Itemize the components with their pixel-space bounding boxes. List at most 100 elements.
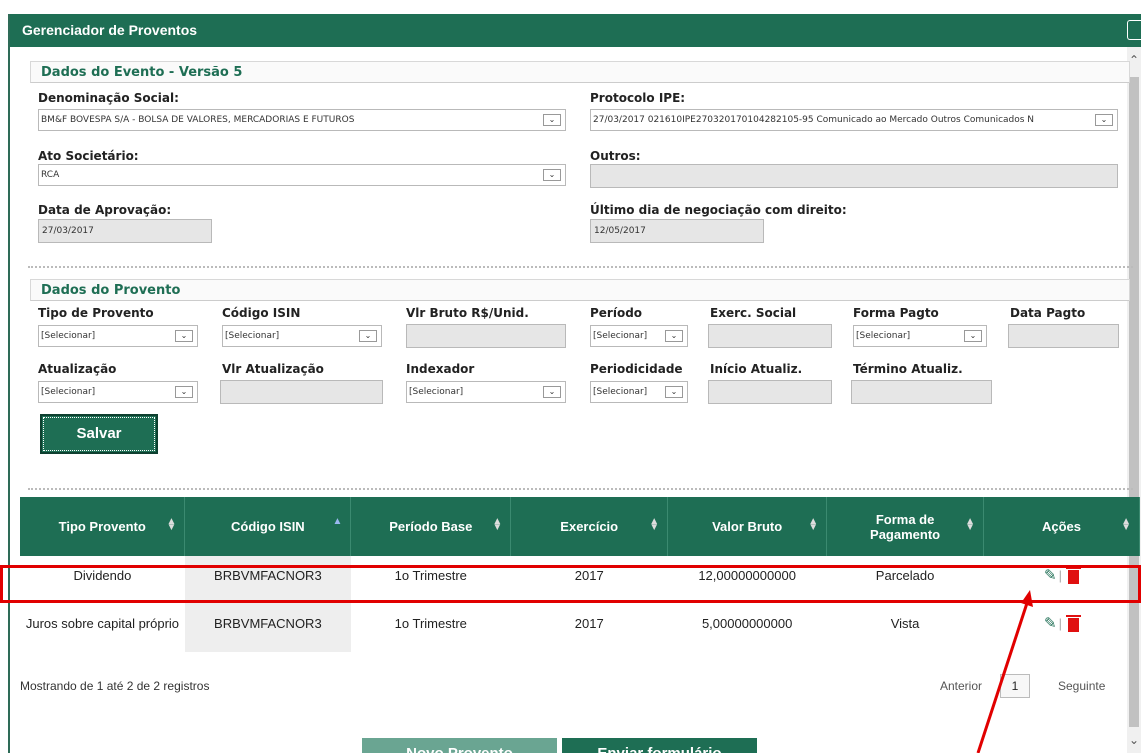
sort-icon: ▲ ▼	[492, 516, 503, 533]
col-exercicio-label: Exercício	[560, 519, 619, 534]
table-info: Mostrando de 1 até 2 de 2 registros	[20, 679, 210, 693]
col-acoes-label: Ações	[1042, 519, 1082, 534]
cell-valor-bruto: 5,00000000000	[701, 615, 793, 631]
col-codigo-isin-label: Código ISIN	[231, 519, 305, 534]
cell-codigo-isin: BRBVMFACNOR3	[184, 556, 351, 594]
termino-atualiz-field[interactable]	[851, 380, 992, 404]
cell-acoes: ✎ |	[984, 556, 1140, 594]
table-row: Dividendo BRBVMFACNOR3 1o Trimestre 2017…	[20, 556, 1140, 594]
ultimo-dia-label: Último dia de negociação com direito:	[590, 203, 847, 217]
sort-asc-icon: ▲	[332, 516, 343, 527]
forma-pagto-label: Forma Pagto	[853, 306, 939, 320]
cell-exercicio: 2017	[574, 567, 604, 583]
chevron-down-icon: ⌄	[359, 330, 377, 342]
chevron-down-icon: ⌄	[543, 169, 561, 181]
cell-acoes: ✎ |	[984, 594, 1140, 652]
scroll-up-icon[interactable]: ⌃	[1129, 53, 1139, 67]
col-acoes[interactable]: Ações ▲ ▼	[983, 497, 1140, 556]
periodicidade-select[interactable]: [Selecionar] ⌄	[590, 381, 688, 403]
edit-pencil-icon[interactable]: ✎	[1044, 614, 1057, 632]
pager-page-1[interactable]: 1	[1000, 674, 1030, 698]
pager-prev[interactable]: Anterior	[940, 679, 982, 693]
enviar-formulario-button[interactable]: Enviar formulário	[562, 738, 757, 753]
col-tipo-provento-label: Tipo Provento	[58, 519, 146, 534]
atualizacao-label: Atualização	[38, 362, 117, 376]
col-codigo-isin[interactable]: Código ISIN ▲	[184, 497, 352, 556]
edit-pencil-icon[interactable]: ✎	[1044, 566, 1057, 584]
cell-tipo-provento: Dividendo	[73, 567, 132, 583]
col-exercicio[interactable]: Exercício ▲ ▼	[510, 497, 669, 556]
vlr-atualizacao-label: Vlr Atualização	[222, 362, 324, 376]
codigo-isin-value: [Selecionar]	[225, 331, 280, 341]
atualizacao-value: [Selecionar]	[41, 387, 96, 397]
termino-atualiz-label: Término Atualiz.	[853, 362, 963, 376]
data-aprovacao-field[interactable]: 27/03/2017	[38, 219, 212, 243]
table-row: Juros sobre capital próprio BRBVMFACNOR3…	[20, 594, 1140, 652]
denominacao-label: Denominação Social:	[38, 91, 179, 105]
indexador-select[interactable]: [Selecionar] ⌄	[406, 381, 566, 403]
indexador-label: Indexador	[406, 362, 475, 376]
inicio-atualiz-field[interactable]	[708, 380, 832, 404]
novo-provento-button[interactable]: Novo Provento	[362, 738, 557, 753]
exerc-social-field[interactable]	[708, 324, 832, 348]
cell-exercicio: 2017	[574, 615, 604, 631]
periodicidade-value: [Selecionar]	[593, 387, 648, 397]
col-forma-pagamento[interactable]: Forma de Pagamento ▲ ▼	[826, 497, 985, 556]
section-dados-evento: Dados do Evento - Versão 5	[30, 61, 1130, 83]
col-valor-bruto[interactable]: Valor Bruto ▲ ▼	[667, 497, 828, 556]
separator: |	[1058, 616, 1062, 631]
chevron-down-icon: ⌄	[665, 330, 683, 342]
pager-next[interactable]: Seguinte	[1058, 679, 1105, 693]
col-periodo-base[interactable]: Período Base ▲ ▼	[350, 497, 512, 556]
vlr-atualizacao-field[interactable]	[220, 380, 383, 404]
periodo-label: Período	[590, 306, 643, 320]
sort-icon: ▲ ▼	[649, 516, 660, 533]
col-forma-pagamento-label: Forma de Pagamento	[870, 511, 941, 542]
denominacao-select[interactable]: BM&F BOVESPA S/A - BOLSA DE VALORES, MER…	[38, 109, 566, 131]
sort-icon: ▲ ▼	[965, 516, 976, 533]
sort-icon: ▲ ▼	[1121, 516, 1131, 533]
delete-trash-icon[interactable]	[1066, 566, 1081, 584]
outros-label: Outros:	[590, 149, 641, 163]
col-tipo-provento[interactable]: Tipo Provento ▲ ▼	[20, 497, 186, 556]
atualizacao-select[interactable]: [Selecionar] ⌄	[38, 381, 198, 403]
proventos-window: Gerenciador de Proventos ⌃ ⌄ Dados do Ev…	[8, 14, 1141, 753]
protocolo-select[interactable]: 27/03/2017 021610IPE270320170104282105-9…	[590, 109, 1118, 131]
cell-periodo-base: 1o Trimestre	[394, 615, 467, 631]
ultimo-dia-field[interactable]: 12/05/2017	[590, 219, 764, 243]
scroll-down-icon[interactable]: ⌄	[1129, 733, 1139, 747]
periodo-select[interactable]: [Selecionar] ⌄	[590, 325, 688, 347]
cell-periodo-base: 1o Trimestre	[394, 567, 467, 583]
denominacao-value: BM&F BOVESPA S/A - BOLSA DE VALORES, MER…	[41, 115, 355, 125]
table-header-row: Tipo Provento ▲ ▼ Código ISIN ▲ Período Bas…	[20, 497, 1140, 556]
col-periodo-base-label: Período Base	[389, 519, 473, 534]
periodo-value: [Selecionar]	[593, 331, 648, 341]
separator: |	[1058, 568, 1062, 583]
chevron-down-icon: ⌄	[543, 386, 561, 398]
forma-pagto-value: [Selecionar]	[856, 331, 911, 341]
window-close-icon[interactable]	[1127, 20, 1141, 40]
vlr-bruto-field[interactable]	[406, 324, 566, 348]
chevron-down-icon: ⌄	[964, 330, 982, 342]
sort-icon: ▲ ▼	[808, 516, 819, 533]
chevron-down-icon: ⌄	[175, 386, 193, 398]
exerc-social-label: Exerc. Social	[710, 306, 797, 320]
forma-pagto-select[interactable]: [Selecionar] ⌄	[853, 325, 987, 347]
col-valor-bruto-label: Valor Bruto	[712, 519, 783, 534]
protocolo-value: 27/03/2017 021610IPE270320170104282105-9…	[593, 115, 1035, 125]
cell-valor-bruto: 12,00000000000	[698, 567, 796, 583]
data-pagto-field[interactable]	[1008, 324, 1119, 348]
delete-trash-icon[interactable]	[1066, 614, 1081, 632]
ato-value: RCA	[41, 170, 60, 180]
tipo-provento-select[interactable]: [Selecionar] ⌄	[38, 325, 198, 347]
codigo-isin-select[interactable]: [Selecionar] ⌄	[222, 325, 382, 347]
salvar-button[interactable]: Salvar	[40, 414, 158, 454]
ato-select[interactable]: RCA ⌄	[38, 164, 566, 186]
cell-forma-pagamento: Vista	[890, 615, 920, 631]
chevron-down-icon: ⌄	[1095, 114, 1113, 126]
sort-icon: ▲ ▼	[166, 516, 177, 533]
outros-field[interactable]	[590, 164, 1118, 188]
cell-forma-pagamento: Parcelado	[875, 567, 935, 583]
proventos-table: Tipo Provento ▲ ▼ Código ISIN ▲ Período Bas…	[20, 497, 1140, 652]
section-dados-provento: Dados do Provento	[30, 279, 1130, 301]
